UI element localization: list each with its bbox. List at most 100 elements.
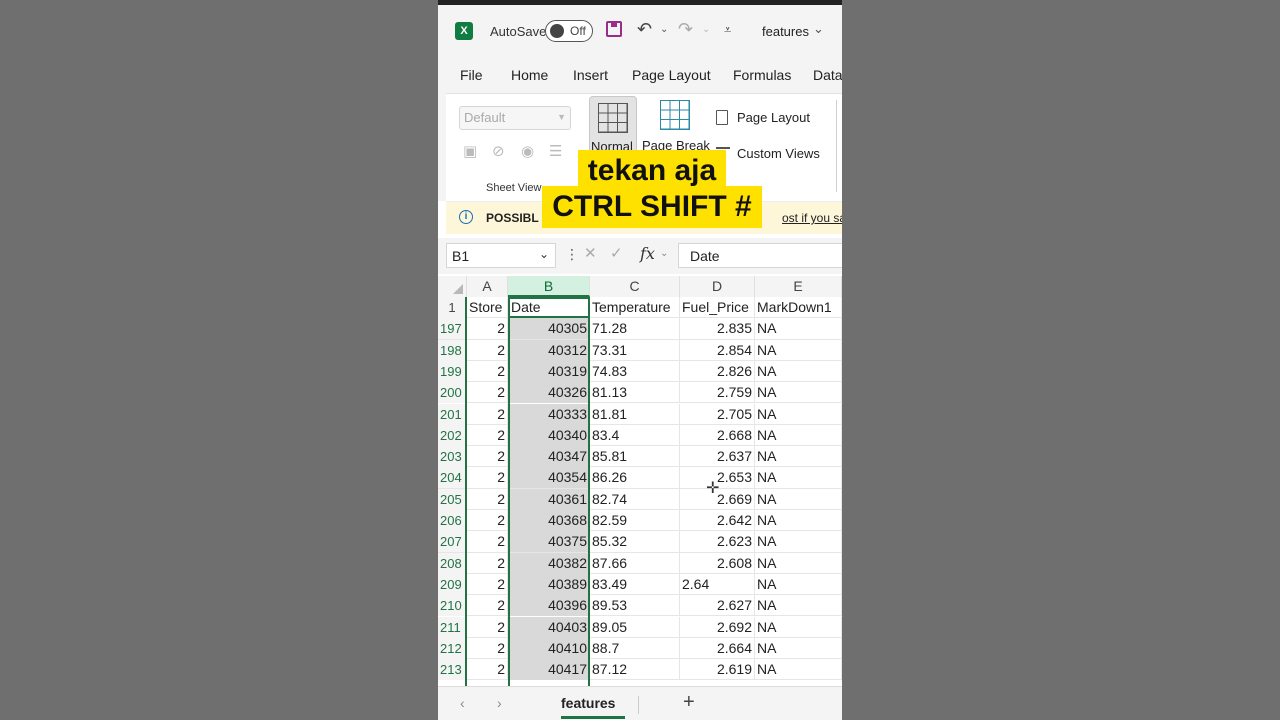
cell-temperature[interactable]: 82.74 [590, 488, 680, 510]
cell-fuel-price[interactable]: 2.608 [680, 552, 755, 574]
row-number[interactable]: 207 [438, 531, 467, 553]
cell-date[interactable]: 40417 [508, 659, 590, 681]
cell-temperature[interactable]: 83.4 [590, 424, 680, 446]
cell-temperature[interactable]: 74.83 [590, 360, 680, 382]
customize-qat-icon[interactable]: ⩡ [724, 22, 731, 38]
cell-store[interactable]: 2 [467, 488, 508, 510]
doc-name-chevron-down-icon[interactable]: ⌄ [813, 21, 824, 37]
cell-date[interactable]: 40347 [508, 446, 590, 468]
row-number[interactable]: 197 [438, 318, 467, 340]
cell-date[interactable]: 40403 [508, 616, 590, 638]
tab-home[interactable]: Home [511, 67, 548, 83]
more-options-icon[interactable]: ⋮ [565, 246, 579, 263]
row-number[interactable]: 208 [438, 552, 467, 574]
cell-fuel-price[interactable]: 2.668 [680, 424, 755, 446]
row-number[interactable]: 206 [438, 510, 467, 531]
cell-store[interactable]: 2 [467, 616, 508, 638]
sheet-tab-features[interactable]: features [561, 695, 615, 711]
cell-fuel-price[interactable]: 2.64 [680, 573, 755, 595]
cell-markdown1[interactable]: NA [755, 659, 842, 681]
row-number[interactable]: 209 [438, 573, 467, 595]
row-number[interactable]: 1 [438, 297, 467, 318]
row-number[interactable]: 205 [438, 488, 467, 510]
tab-formulas[interactable]: Formulas [733, 67, 791, 83]
cell-date[interactable]: 40375 [508, 531, 590, 553]
cell-store[interactable]: 2 [467, 339, 508, 361]
row-number[interactable]: 198 [438, 339, 467, 361]
cell-fuel-price[interactable]: 2.692 [680, 616, 755, 638]
autosave-toggle[interactable]: Off [545, 20, 593, 42]
cell-temperature[interactable]: 81.13 [590, 382, 680, 404]
view-options-icon[interactable]: ☰ [549, 142, 562, 160]
cell-fuel-price[interactable]: 2.637 [680, 446, 755, 468]
row-number[interactable]: 204 [438, 467, 467, 489]
cell-markdown1[interactable]: NA [755, 510, 842, 531]
tab-file[interactable]: File [460, 67, 483, 83]
cell-fuel-price[interactable]: 2.619 [680, 659, 755, 681]
cell-markdown1-header[interactable]: MarkDown1 [755, 297, 842, 318]
cell-store[interactable]: 2 [467, 552, 508, 574]
cell-fuel-price-header[interactable]: Fuel_Price [680, 297, 755, 318]
cell-store[interactable]: 2 [467, 467, 508, 489]
cell-store[interactable]: 2 [467, 446, 508, 468]
tab-insert[interactable]: Insert [573, 67, 608, 83]
next-sheet-icon[interactable]: › [497, 695, 502, 711]
cell-date[interactable]: 40396 [508, 595, 590, 617]
add-sheet-button[interactable]: + [683, 691, 695, 714]
page-break-button[interactable]: Page Break [642, 96, 710, 154]
cell-markdown1[interactable]: NA [755, 360, 842, 382]
info-link[interactable]: ost if you sa [782, 211, 842, 225]
cell-temperature-header[interactable]: Temperature [590, 297, 680, 318]
cell-store[interactable]: 2 [467, 360, 508, 382]
document-name[interactable]: features [762, 24, 809, 39]
row-number[interactable]: 202 [438, 424, 467, 446]
insert-function-button[interactable]: fx [640, 244, 655, 263]
cell-temperature[interactable]: 85.32 [590, 531, 680, 553]
cell-store[interactable]: 2 [467, 531, 508, 553]
row-number[interactable]: 213 [438, 659, 467, 681]
row-number[interactable]: 203 [438, 446, 467, 468]
cell-date[interactable]: 40312 [508, 339, 590, 361]
cell-markdown1[interactable]: NA [755, 424, 842, 446]
cell-markdown1[interactable]: NA [755, 318, 842, 340]
undo-chevron-down-icon[interactable]: ⌄ [660, 24, 668, 35]
cell-markdown1[interactable]: NA [755, 488, 842, 510]
row-number[interactable]: 212 [438, 637, 467, 659]
cell-temperature[interactable]: 88.7 [590, 637, 680, 659]
cell-store[interactable]: 2 [467, 318, 508, 340]
cell-date[interactable]: 40389 [508, 573, 590, 595]
cell-markdown1[interactable]: NA [755, 595, 842, 617]
cell-markdown1[interactable]: NA [755, 382, 842, 404]
cell-temperature[interactable]: 87.66 [590, 552, 680, 574]
prev-sheet-icon[interactable]: ‹ [460, 695, 465, 711]
cell-date[interactable]: 40368 [508, 510, 590, 531]
custom-views-button[interactable]: Custom Views [737, 146, 820, 161]
cell-markdown1[interactable]: NA [755, 552, 842, 574]
cell-fuel-price[interactable]: 2.664 [680, 637, 755, 659]
row-number[interactable]: 199 [438, 360, 467, 382]
row-number[interactable]: 201 [438, 403, 467, 425]
redo-icon[interactable]: ↷ [678, 19, 693, 40]
column-header-a[interactable]: A [467, 276, 508, 297]
cell-fuel-price[interactable]: 2.627 [680, 595, 755, 617]
cell-temperature[interactable]: 73.31 [590, 339, 680, 361]
enter-icon[interactable]: ✓ [610, 244, 623, 262]
cell-store[interactable]: 2 [467, 510, 508, 531]
cell-store-header[interactable]: Store [467, 297, 508, 318]
cell-fuel-price[interactable]: 2.759 [680, 382, 755, 404]
cell-temperature[interactable]: 85.81 [590, 446, 680, 468]
column-header-e[interactable]: E [755, 276, 842, 297]
normal-view-button[interactable]: Normal [589, 96, 637, 154]
name-box[interactable]: B1 ⌄ [446, 243, 556, 268]
redo-chevron-down-icon[interactable]: ⌄ [702, 24, 710, 35]
cell-date[interactable]: 40326 [508, 382, 590, 404]
keep-view-icon[interactable]: ▣ [463, 142, 477, 160]
cell-date-header[interactable]: Date [508, 297, 590, 318]
cell-markdown1[interactable]: NA [755, 339, 842, 361]
cell-fuel-price[interactable]: 2.642 [680, 510, 755, 531]
cell-fuel-price[interactable]: 2.854 [680, 339, 755, 361]
cell-store[interactable]: 2 [467, 659, 508, 681]
cell-fuel-price[interactable]: 2.623 [680, 531, 755, 553]
cell-date[interactable]: 40319 [508, 360, 590, 382]
cell-store[interactable]: 2 [467, 424, 508, 446]
